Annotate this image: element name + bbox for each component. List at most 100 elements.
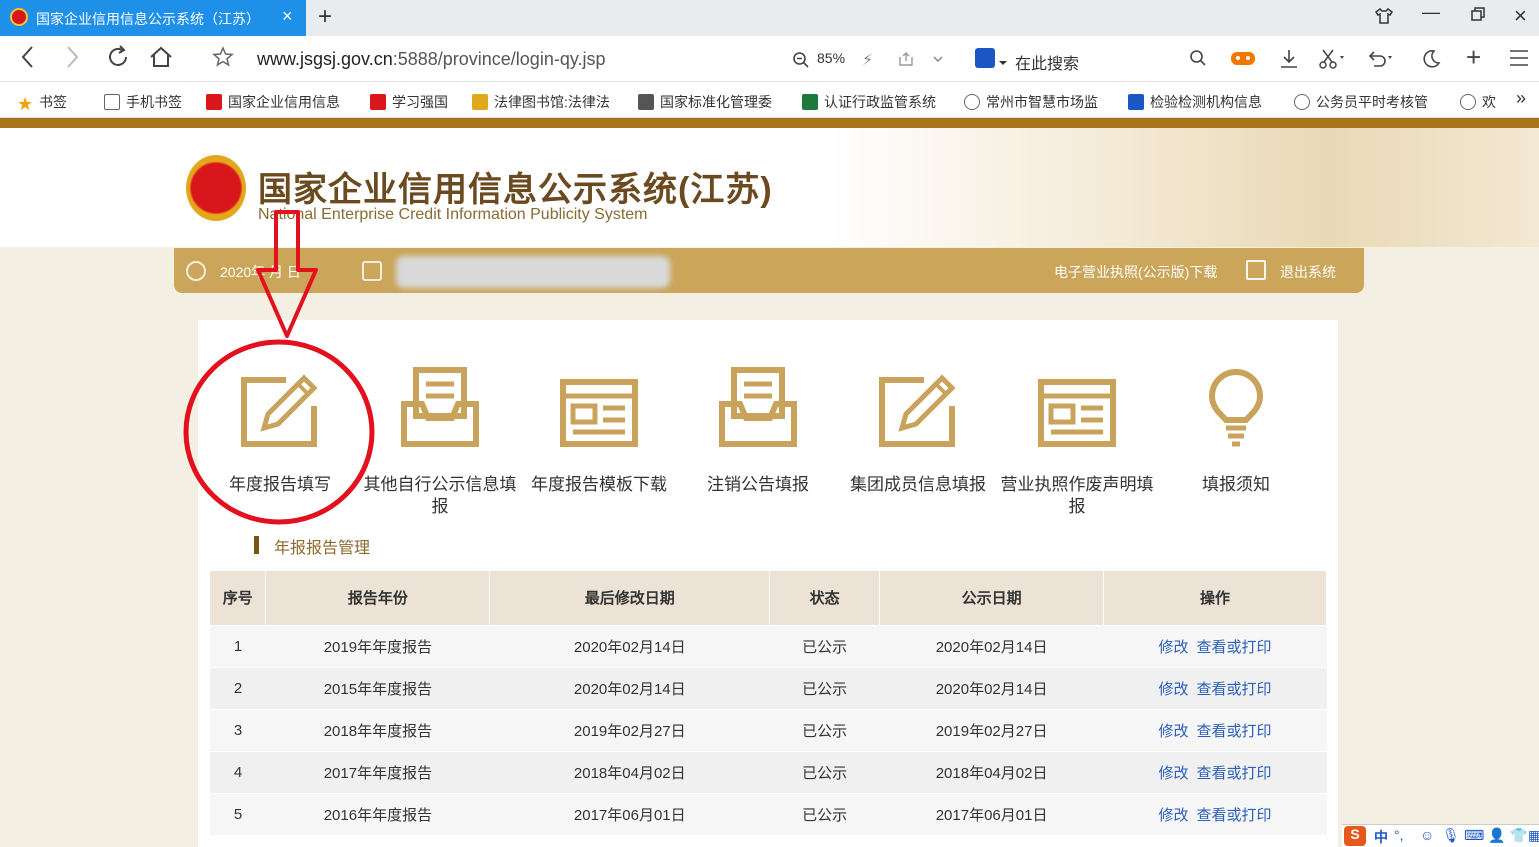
menu-icon[interactable] [1508,48,1530,73]
globe-icon [1460,94,1476,110]
bookmark-7[interactable]: 认证行政监管系统 [802,92,936,112]
bookmark-4[interactable]: 学习强国 [370,92,448,112]
emoji-icon[interactable]: ☺ [1420,827,1434,843]
function-label: 填报须知 [1202,475,1270,494]
logout-icon[interactable] [1246,260,1266,280]
edit-link[interactable]: 修改 [1159,723,1189,740]
bookmark-label: 书签 [39,94,67,110]
function-label: 其他自行公示信息填报 [363,475,517,516]
chevron-down-icon[interactable] [932,52,944,70]
engine-chevron-icon[interactable] [999,54,1007,72]
bookmarks-overflow-icon[interactable]: » [1516,88,1526,109]
view-print-link[interactable]: 查看或打印 [1197,723,1272,740]
download-icon[interactable] [1278,48,1300,75]
emblem-icon [10,8,28,26]
lightbulb-icon [1156,369,1316,448]
game-icon[interactable] [1230,48,1256,73]
bookmark-label: 公务员平时考核管 [1316,94,1428,110]
view-print-link[interactable]: 查看或打印 [1197,681,1272,698]
ime-toolbar[interactable]: S 中 °, ☺ 🎙 ⌨ 👤 👕 ▦ [1342,824,1539,847]
bookmark-star-icon[interactable] [212,46,234,75]
function-label: 注销公告填报 [707,475,809,494]
bookmark-6[interactable]: 国家标准化管理委 [638,92,772,112]
table-body: 1 2019年年度报告 2020年02月14日 已公示 2020年02月14日 修改 查看或… [210,624,1327,835]
header-gold-strip [0,118,1539,128]
url-host: www.jsgsj.gov.cn [257,49,393,69]
forward-icon[interactable] [62,44,82,77]
function-item-3[interactable]: 年度报告模板下载 [519,370,679,496]
zoom-level[interactable]: 85% [817,50,845,66]
function-item-2[interactable]: 其他自行公示信息填报 [360,367,520,518]
cell-published: 2018年04月02日 [879,750,1104,793]
cell-no: 5 [210,792,266,835]
search-box[interactable]: 在此搜索 [975,46,1215,74]
share-icon[interactable] [898,51,914,72]
shirt-icon[interactable] [1374,6,1394,31]
view-print-link[interactable]: 查看或打印 [1197,807,1272,824]
edit-link[interactable]: 修改 [1159,807,1189,824]
bookmark-3[interactable]: 国家企业信用信息 [206,92,340,112]
search-icon[interactable] [1189,49,1207,72]
cell-no: 3 [210,708,266,751]
user-sync-icon[interactable]: 👤 [1488,827,1505,844]
undo-icon[interactable] [1366,48,1396,75]
home-icon[interactable] [148,44,174,77]
restore-icon[interactable] [1470,6,1486,27]
new-tab-button[interactable]: + [318,3,332,31]
address-bar: www.jsgsj.gov.cn:5888/province/login-qy.… [0,36,1539,82]
bookmark-1[interactable]: ★ 书签 [17,92,67,113]
moon-icon[interactable] [1420,48,1442,75]
ime-mode[interactable]: 中 [1374,827,1388,847]
login-date: 2020年 月 日 [220,264,301,280]
lightning-icon[interactable]: ⚡ [862,50,873,70]
microphone-icon[interactable]: 🎙 [1442,827,1460,844]
bookmark-5[interactable]: 法律图书馆:法律法 [472,92,610,112]
column-header: 最后修改日期 [489,571,771,625]
logout-link[interactable]: 退出系统 [1280,262,1336,282]
bookmark-10[interactable]: 公务员平时考核管 [1294,92,1428,112]
minimize-icon[interactable]: — [1422,2,1440,23]
bookmark-2[interactable]: 手机书签 [104,92,182,112]
bookmark-9[interactable]: 检验检测机构信息 [1128,92,1262,112]
edit-link[interactable]: 修改 [1159,639,1189,656]
table-header-row: 序号 报告年份 最后修改日期 状态 公示日期 操作 [210,571,1327,625]
cell-status: 已公示 [769,708,880,751]
function-item-4[interactable]: 注销公告填报 [678,367,838,496]
url-path: :5888/province/login-qy.jsp [392,49,606,69]
function-item-7[interactable]: 填报须知 [1156,369,1316,496]
scissors-icon[interactable] [1318,48,1348,75]
url-field[interactable]: www.jsgsj.gov.cn:5888/province/login-qy.… [257,49,606,70]
table-row: 2 2015年年度报告 2020年02月14日 已公示 2020年02月14日 修改 查看或… [210,666,1327,709]
keyboard-icon[interactable]: ⌨ [1464,827,1484,844]
function-item-1[interactable]: 年度报告填写 [200,370,360,496]
browser-tab-active[interactable]: 国家企业信用信息公示系统（江苏） × [0,0,306,36]
back-icon[interactable] [18,44,38,77]
column-header: 状态 [769,571,881,625]
view-print-link[interactable]: 查看或打印 [1197,639,1272,656]
bookmark-11[interactable]: 欢 [1460,92,1496,112]
grid-icon[interactable]: ▦ [1528,827,1539,844]
view-print-link[interactable]: 查看或打印 [1197,765,1272,782]
edit-link[interactable]: 修改 [1159,681,1189,698]
function-item-6[interactable]: 营业执照作废声明填报 [997,370,1157,518]
download-license-link[interactable]: 电子营业执照(公示版)下载 [1054,262,1217,282]
reload-icon[interactable] [105,44,131,77]
cert-icon [1128,94,1144,110]
tab-close-icon[interactable]: × [282,6,293,27]
zoom-icon[interactable] [792,51,810,74]
edit-link[interactable]: 修改 [1159,765,1189,782]
close-window-icon[interactable]: × [1514,3,1527,29]
add-icon[interactable]: + [1466,42,1481,73]
skin-icon[interactable]: 👕 [1510,827,1527,844]
cell-actions: 修改 查看或打印 [1103,666,1327,709]
function-label: 营业执照作废声明填报 [1000,475,1154,516]
cert-icon [802,94,818,110]
function-item-5[interactable]: 集团成员信息填报 [838,370,998,496]
cell-status: 已公示 [769,792,880,835]
cell-year: 2015年年度报告 [265,666,490,709]
search-input[interactable]: 在此搜索 [1015,50,1079,74]
cell-actions: 修改 查看或打印 [1103,624,1327,667]
bookmark-8[interactable]: 常州市智慧市场监 [964,92,1098,112]
cell-modified: 2017年06月01日 [489,792,770,835]
punctuation-icon[interactable]: °, [1394,827,1404,843]
